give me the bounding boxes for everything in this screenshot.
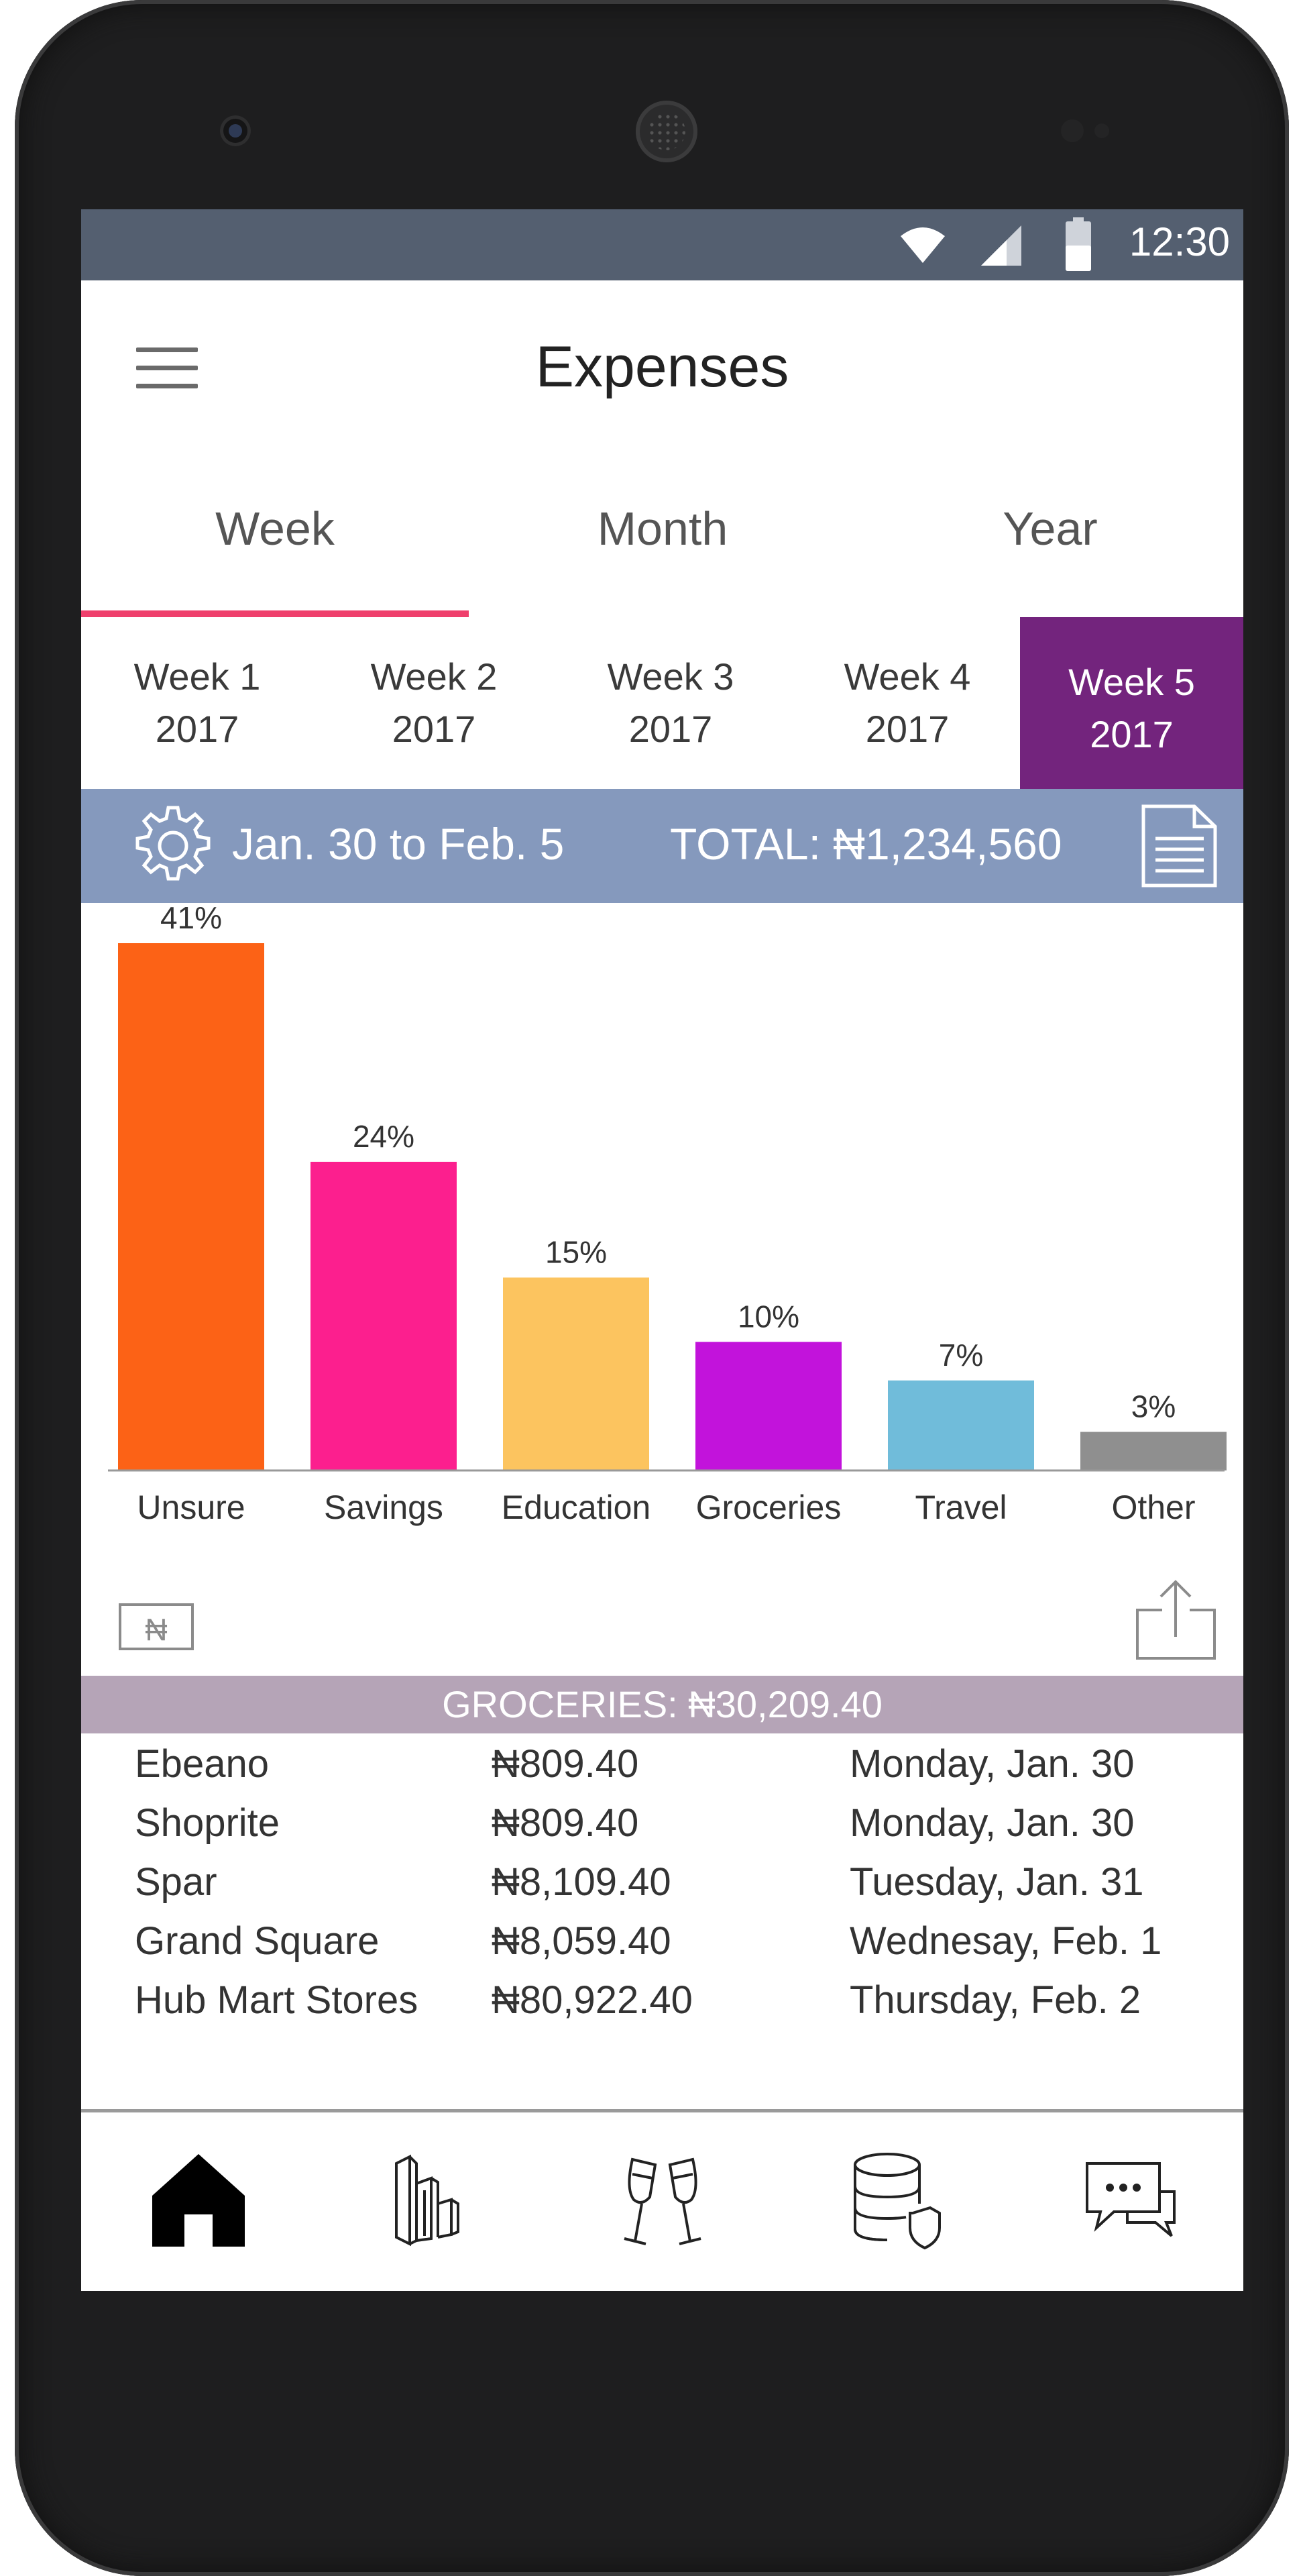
week-3-button[interactable]: Week 3 2017 <box>555 617 787 789</box>
tab-month[interactable]: Month <box>469 441 856 616</box>
category-label: Unsure <box>137 1489 245 1526</box>
transaction-row[interactable]: Grand Square ₦8,059.40 Wednesay, Feb. 1 <box>81 1919 1243 1978</box>
bar-education[interactable] <box>503 1277 649 1470</box>
week-4-button[interactable]: Week 4 2017 <box>791 617 1023 789</box>
category-label: Travel <box>915 1489 1007 1526</box>
value-label: 24% <box>353 1119 414 1154</box>
gear-icon[interactable] <box>129 802 217 890</box>
store-name: Ebeano <box>135 1742 269 1786</box>
bar-travel[interactable] <box>888 1380 1034 1470</box>
proximity-sensor <box>1061 119 1084 142</box>
wifi-icon <box>901 227 945 263</box>
week-label: Week 2 <box>370 655 498 698</box>
phone-frame: 12:30 Expenses Week Month Year Week 1 20… <box>15 0 1289 2576</box>
week-label: Week 5 <box>1068 661 1195 703</box>
store-name: Grand Square <box>135 1919 380 1963</box>
period-tabs: Week Month Year <box>81 441 1243 617</box>
value-label: 41% <box>160 903 222 935</box>
date: Tuesday, Jan. 31 <box>850 1860 1144 1904</box>
transaction-row[interactable]: Shoprite ₦809.40 Monday, Jan. 30 <box>81 1801 1243 1860</box>
store-name: Spar <box>135 1860 217 1904</box>
value-label: 15% <box>545 1234 607 1269</box>
category-label: Savings <box>324 1489 443 1526</box>
value-label: 3% <box>1131 1389 1176 1424</box>
front-camera <box>220 115 251 146</box>
currency-button[interactable]: ₦ <box>119 1603 194 1650</box>
tab-week[interactable]: Week <box>81 441 469 616</box>
value-label: 7% <box>939 1338 983 1373</box>
amount: ₦8,109.40 <box>492 1860 671 1904</box>
share-icon[interactable] <box>1134 1578 1218 1662</box>
signal-icon <box>981 225 1021 266</box>
week-year: 2017 <box>155 708 239 750</box>
amount: ₦809.40 <box>492 1801 639 1845</box>
date: Thursday, Feb. 2 <box>850 1978 1141 2022</box>
date: Monday, Jan. 30 <box>850 1742 1135 1786</box>
app-bar: Expenses <box>81 280 1243 441</box>
date-range: Jan. 30 to Feb. 5 <box>232 819 565 869</box>
week-year: 2017 <box>865 708 950 750</box>
battery-icon <box>1066 217 1091 271</box>
bar-savings[interactable] <box>310 1161 457 1470</box>
week-year: 2017 <box>1090 713 1174 755</box>
week-2-button[interactable]: Week 2 2017 <box>318 617 550 789</box>
chart-svg: 41% Unsure 24% Savings 15% Education 10% Grocer… <box>108 903 1227 1526</box>
category-label: Education <box>502 1489 650 1526</box>
week-label: Week 1 <box>133 655 261 698</box>
chat-icon[interactable] <box>1080 2150 1181 2251</box>
date: Wednesay, Feb. 1 <box>850 1919 1162 1963</box>
amount: ₦80,922.40 <box>492 1978 693 2022</box>
tab-indicator <box>81 610 469 617</box>
status-time: 12:30 <box>1129 219 1230 264</box>
transaction-row[interactable]: Spar ₦8,109.40 Tuesday, Jan. 31 <box>81 1860 1243 1919</box>
week-label: Week 3 <box>607 655 734 698</box>
week-selector: Week 1 2017 Week 2 2017 Week 3 2017 Week… <box>81 617 1243 789</box>
category-label: Other <box>1111 1489 1195 1526</box>
page-title: Expenses <box>535 335 789 399</box>
nav-divider <box>81 2109 1243 2112</box>
earpiece-speaker <box>636 101 697 162</box>
summary-bar: Jan. 30 to Feb. 5 TOTAL: ₦1,234,560 <box>81 789 1243 903</box>
app-screen: 12:30 Expenses Week Month Year Week 1 20… <box>81 209 1243 2291</box>
tab-year[interactable]: Year <box>856 441 1243 616</box>
bar-unsure[interactable] <box>118 943 264 1470</box>
light-sensor <box>1094 123 1109 138</box>
total-amount: TOTAL: ₦1,234,560 <box>670 819 1062 869</box>
week-label: Week 4 <box>844 655 971 698</box>
status-bar: 12:30 <box>81 209 1243 280</box>
bar-other[interactable] <box>1080 1432 1227 1470</box>
week-1-button[interactable]: Week 1 2017 <box>81 617 313 789</box>
week-5-button[interactable]: Week 5 2017 <box>1020 617 1243 789</box>
store-name: Shoprite <box>135 1801 280 1845</box>
bottom-navigation <box>81 2113 1243 2291</box>
home-icon[interactable] <box>148 2150 249 2251</box>
expense-bar-chart: 41% Unsure 24% Savings 15% Education 10% Grocer… <box>81 903 1243 1580</box>
amount: ₦809.40 <box>492 1742 639 1786</box>
transaction-row[interactable]: Hub Mart Stores ₦80,922.40 Thursday, Feb… <box>81 1978 1243 2037</box>
database-shield-icon[interactable] <box>846 2150 946 2251</box>
store-name: Hub Mart Stores <box>135 1978 418 2022</box>
category-label: Groceries <box>696 1489 842 1526</box>
buildings-icon[interactable] <box>390 2150 490 2251</box>
amount: ₦8,059.40 <box>492 1919 671 1963</box>
transaction-row[interactable]: Ebeano ₦809.40 Monday, Jan. 30 <box>81 1741 1243 1801</box>
date: Monday, Jan. 30 <box>850 1801 1135 1845</box>
cheers-icon[interactable] <box>612 2150 713 2251</box>
bar-groceries[interactable] <box>695 1342 842 1470</box>
value-label: 10% <box>738 1299 799 1334</box>
category-heading: GROCERIES: ₦30,209.40 <box>81 1676 1243 1733</box>
week-year: 2017 <box>628 708 713 750</box>
document-icon[interactable] <box>1141 804 1218 888</box>
week-year: 2017 <box>392 708 476 750</box>
